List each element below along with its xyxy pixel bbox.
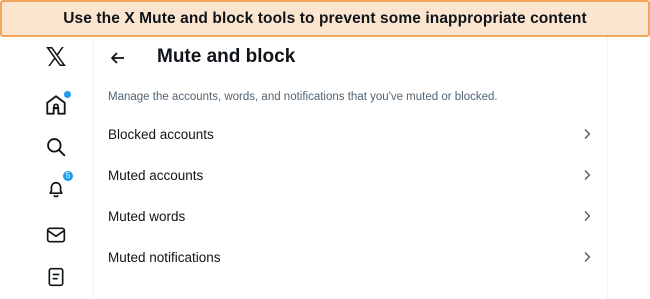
chevron-right-icon [584,210,591,222]
notifications-icon[interactable]: 5 [44,170,74,201]
page-description: Manage the accounts, words, and notifica… [108,91,498,103]
menu-item-muted-words[interactable]: Muted words [95,196,607,237]
x-logo-glyph: 𝕏 [45,43,67,73]
envelope-icon [46,227,66,243]
lists-icon[interactable] [44,265,68,289]
menu-item-label: Muted words [108,209,186,224]
menu-item-muted-accounts[interactable]: Muted accounts [95,155,607,196]
menu-item-label: Muted notifications [108,250,221,265]
search-icon-graphic [47,138,66,157]
chevron-right-icon [584,251,591,263]
content-border [607,37,608,299]
menu-item-muted-notifications[interactable]: Muted notifications [95,237,607,278]
x-logo-icon[interactable]: 𝕏 [44,43,68,73]
banner-text: Use the X Mute and block tools to preven… [63,9,587,27]
messages-icon[interactable] [44,223,68,247]
home-icon-graphic [46,95,66,115]
chevron-right-icon [584,128,591,140]
back-arrow-icon[interactable] [110,50,126,66]
home-notification-dot [64,91,71,98]
chevron-right-icon [584,169,591,181]
list-document-icon [48,267,64,287]
instruction-banner: Use the X Mute and block tools to preven… [0,0,650,37]
search-icon[interactable] [44,135,68,159]
notification-count-badge: 5 [62,170,74,182]
page-title: Mute and block [157,46,296,67]
menu-item-label: Muted accounts [108,168,204,183]
home-icon[interactable] [44,91,71,117]
menu-item-label: Blocked accounts [108,127,214,142]
bell-icon [49,181,63,198]
sidebar-nav: 𝕏 5 [0,37,94,299]
menu-item-blocked-accounts[interactable]: Blocked accounts [95,114,607,155]
back-arrow-graphic [111,52,124,64]
settings-panel: Mute and block Manage the accounts, word… [95,37,607,299]
